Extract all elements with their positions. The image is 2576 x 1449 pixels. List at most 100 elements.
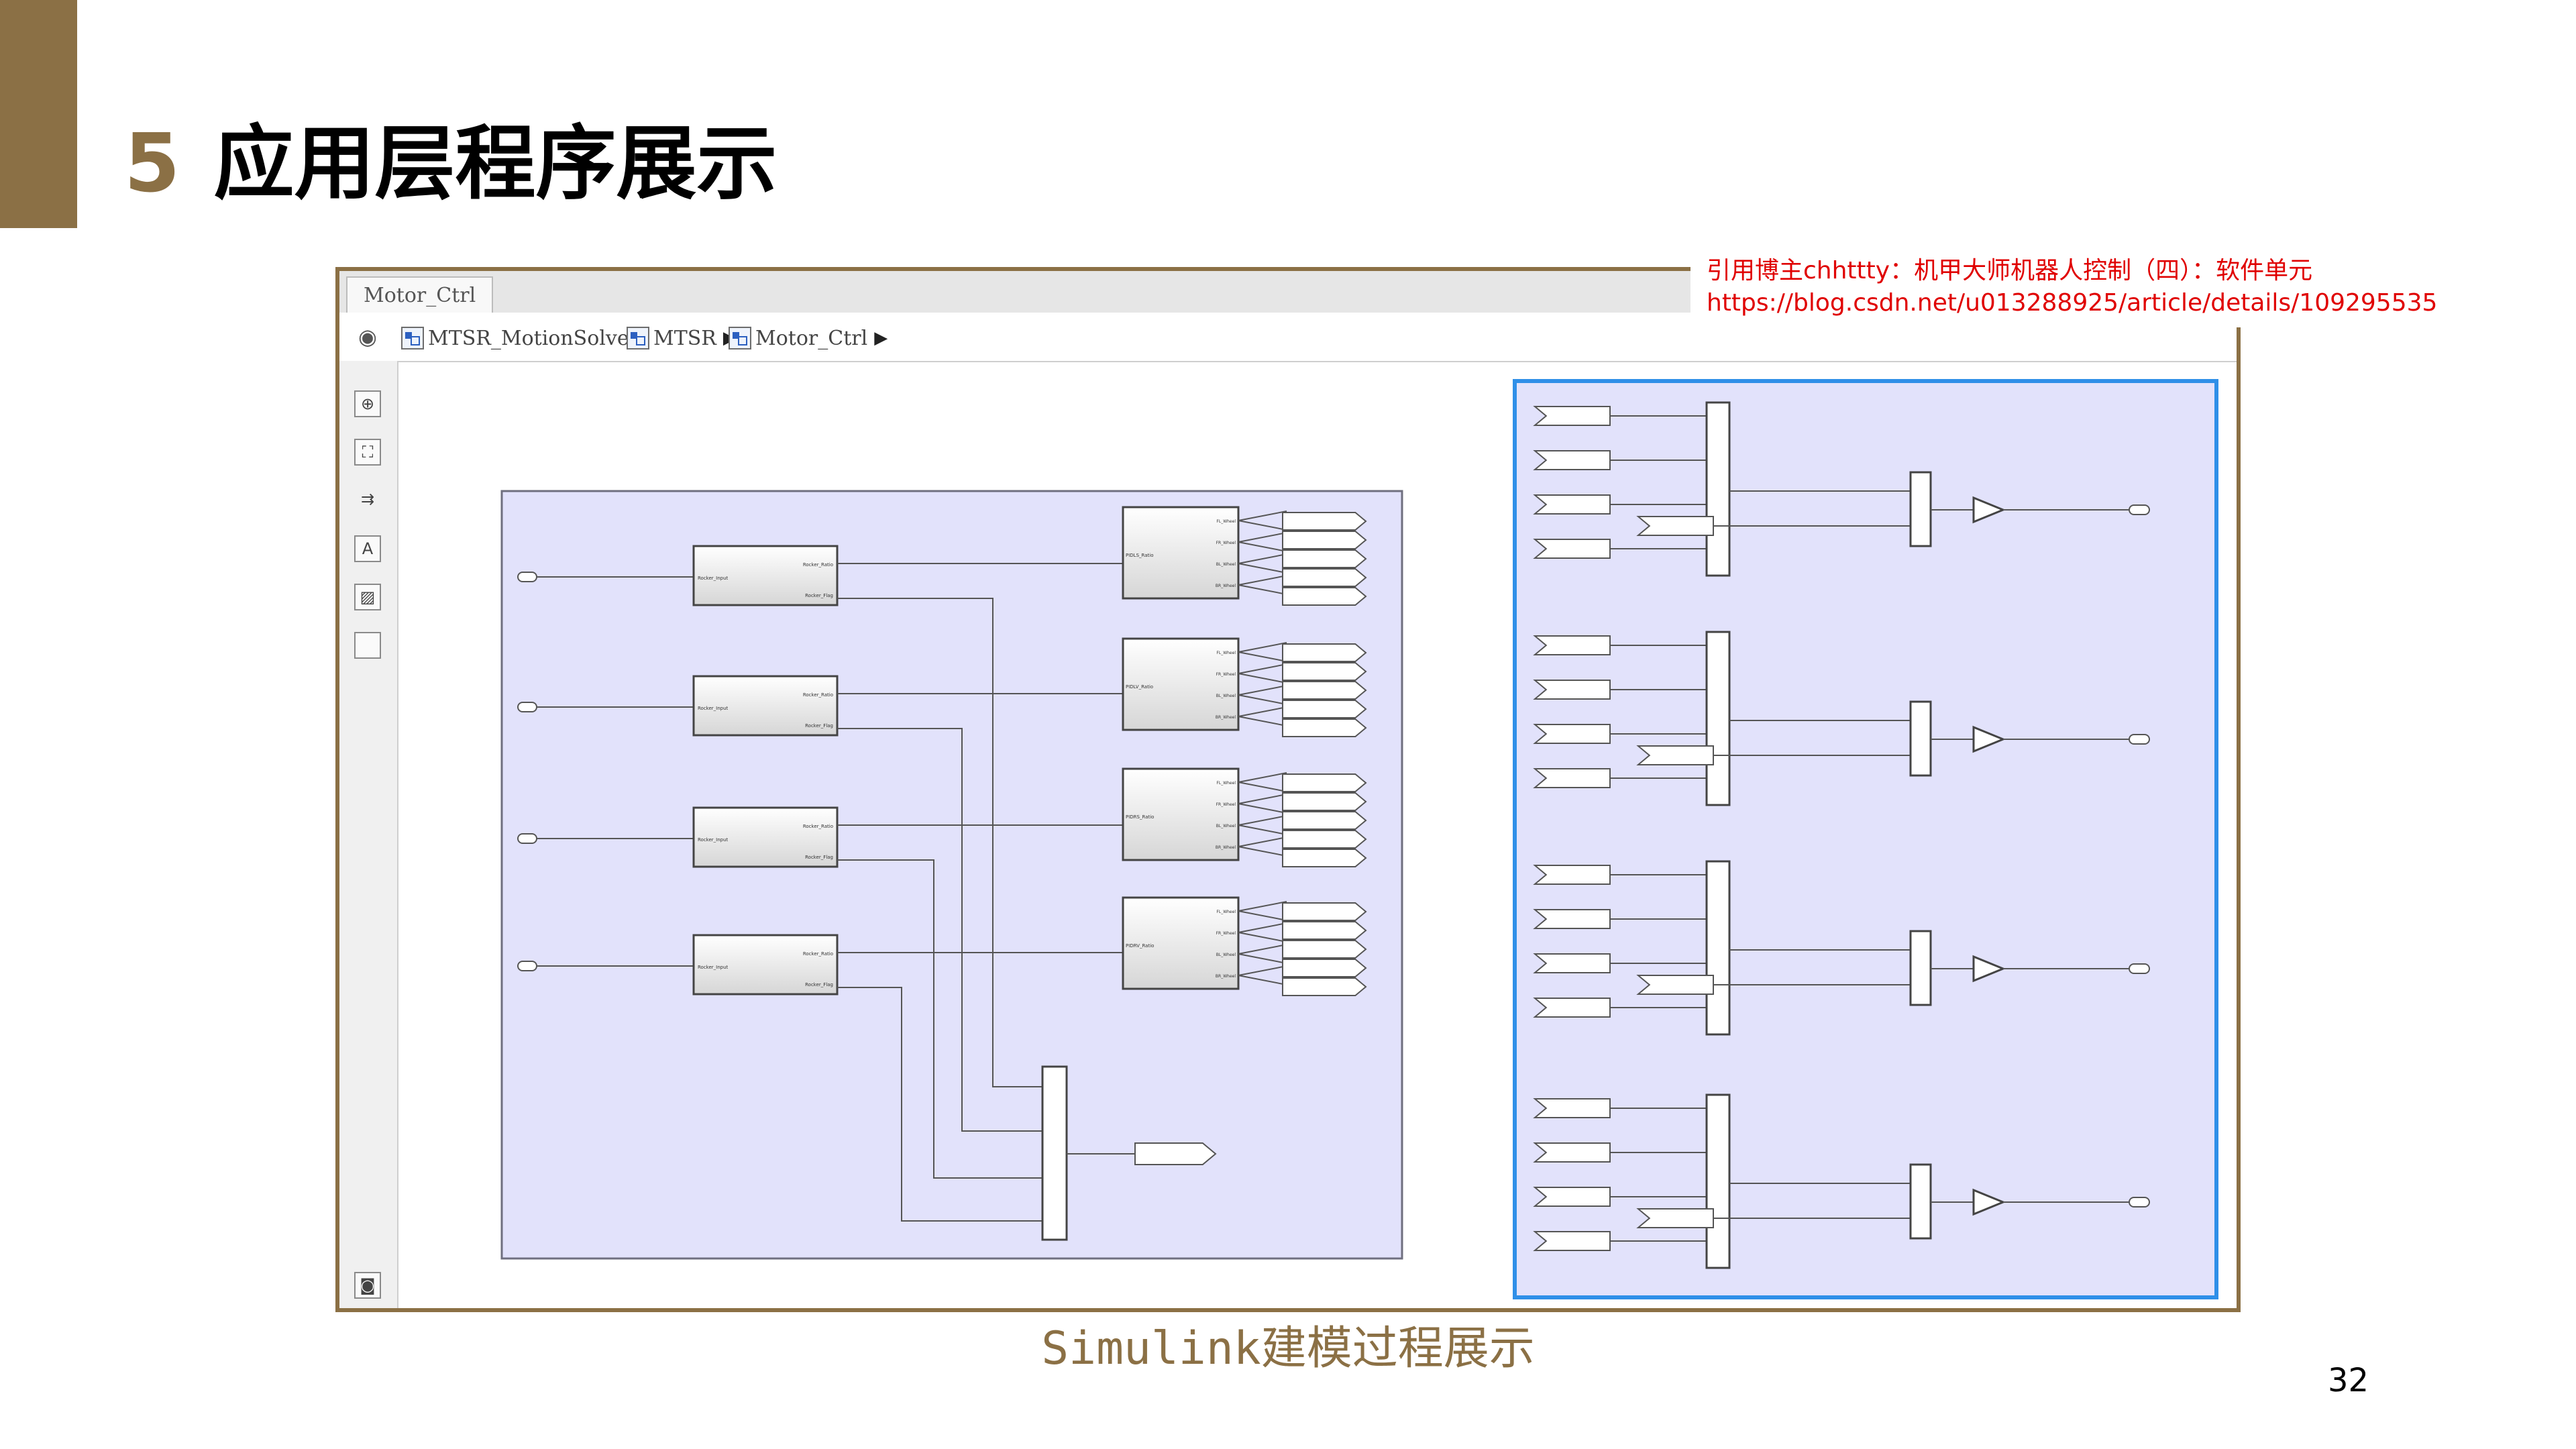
goto-tag-block <box>1282 902 1367 921</box>
right-subsystem-area <box>1513 379 2218 1299</box>
product-block <box>1909 471 1932 547</box>
breadcrumb-item-motor-ctrl[interactable]: Motor_Ctrl ▶ <box>729 325 888 352</box>
tab-motor-ctrl[interactable]: Motor_Ctrl <box>346 276 494 314</box>
palette-toolbar: ⊕ ⛶ ⇉ A ▨ ◙ <box>339 361 398 1308</box>
mux-block <box>1705 631 1731 806</box>
bus-creator-block <box>1041 1065 1068 1241</box>
port-label-in: Rocker_Input <box>698 576 729 581</box>
goto-tag-block <box>1282 662 1367 681</box>
port-label-flag: Rocker_Flag <box>805 982 833 987</box>
from-tag-block <box>1533 1231 1611 1251</box>
port-label-in: PIDRV_Ratio <box>1126 943 1154 949</box>
area-icon[interactable] <box>354 632 381 659</box>
from-tag-block <box>1636 975 1714 995</box>
screenshot-icon[interactable]: ◙ <box>354 1272 381 1299</box>
goto-tag-block <box>1282 700 1367 718</box>
from-tag-block <box>1533 953 1611 973</box>
from-tag-block <box>1533 494 1611 515</box>
goto-tag-block <box>1282 977 1367 996</box>
zoom-in-icon[interactable]: ⊕ <box>354 390 381 417</box>
slide-title: 5 应用层程序展示 <box>124 114 777 215</box>
mux-block <box>1705 860 1731 1036</box>
inport-block <box>517 572 537 582</box>
back-icon[interactable]: ◉ <box>354 323 381 350</box>
subsystem-icon <box>627 327 649 350</box>
goto-tag-block <box>1282 643 1367 662</box>
goto-tag-block <box>1282 568 1367 587</box>
from-tag-block <box>1533 1187 1611 1207</box>
fit-to-view-icon[interactable]: ⛶ <box>354 439 381 466</box>
port-label-in: PIDRS_Ratio <box>1126 814 1154 820</box>
port-label-flag: Rocker_Flag <box>805 593 833 598</box>
from-tag-block <box>1533 680 1611 700</box>
goto-tag-block <box>1282 940 1367 959</box>
port-label-out: BL_Wheel <box>1216 562 1236 567</box>
port-label-out: FL_Wheel <box>1216 910 1236 914</box>
goto-tag-block <box>1282 773 1367 792</box>
goto-tag-block <box>1282 959 1367 977</box>
simulink-window: Motor_Ctrl ◉ MTSR_MotionSolve▶ MTSR▶ Mot… <box>335 267 2241 1312</box>
outport-block <box>2129 504 2150 515</box>
page-number: 32 <box>2328 1362 2369 1399</box>
signal-routing-icon[interactable]: ⇉ <box>354 487 381 514</box>
title-accent-bar <box>0 0 77 228</box>
figure-caption: Simulink建模过程展示 <box>1041 1322 1535 1375</box>
outport-block <box>2129 1197 2150 1208</box>
goto-tag-block <box>1282 512 1367 531</box>
product-block <box>1909 700 1932 777</box>
inport-block <box>517 702 537 712</box>
port-label-out: FL_Wheel <box>1216 651 1236 655</box>
from-tag-block <box>1636 745 1714 765</box>
goto-tag-block <box>1282 830 1367 849</box>
port-label-out: BL_Wheel <box>1216 694 1236 698</box>
port-label-in: Rocker_Input <box>698 706 729 711</box>
from-tag-block <box>1533 1142 1611 1163</box>
citation-line-1: 引用博主chhttty：机甲大师机器人控制（四）：软件单元 <box>1707 257 2313 284</box>
port-label-ratio: Rocker_Ratio <box>803 824 833 829</box>
port-label-out: BR_Wheel <box>1216 584 1236 588</box>
mux-block <box>1705 401 1731 577</box>
subsystem-icon <box>729 327 751 350</box>
from-tag-block <box>1533 768 1611 788</box>
goto-tag-block <box>1282 811 1367 830</box>
section-number: 5 <box>124 117 180 211</box>
port-label-ratio: Rocker_Ratio <box>803 951 833 957</box>
port-label-out: FL_Wheel <box>1216 781 1236 786</box>
goto-tag-block <box>1282 849 1367 867</box>
inport-block <box>517 833 537 844</box>
port-label-out: BL_Wheel <box>1216 953 1236 957</box>
port-label-out: BR_Wheel <box>1216 974 1236 979</box>
model-icon <box>401 327 424 350</box>
port-label-out: FR_Wheel <box>1216 802 1236 807</box>
block-diagram: Rocker_Input Rocker_Ratio Rocker_Flag Rocke… <box>500 379 2218 1299</box>
breadcrumb-item-mtsr[interactable]: MTSR▶ <box>627 325 737 352</box>
port-label-out: FL_Wheel <box>1216 519 1236 524</box>
port-label-in: Rocker_Input <box>698 965 729 970</box>
from-tag-block <box>1533 1098 1611 1118</box>
from-tag-block <box>1533 635 1611 655</box>
breadcrumb-item-mtsr-motionsolve[interactable]: MTSR_MotionSolve▶ <box>401 325 649 352</box>
goto-tag-block <box>1282 531 1367 549</box>
from-tag-block <box>1533 539 1611 559</box>
port-label-out: BR_Wheel <box>1216 715 1236 720</box>
model-canvas[interactable]: Rocker_Input Rocker_Ratio Rocker_Flag Rocke… <box>398 362 2237 1308</box>
citation-note: 引用博主chhttty：机甲大师机器人控制（四）：软件单元 https://bl… <box>1690 246 2437 327</box>
port-label-flag: Rocker_Flag <box>805 723 833 729</box>
product-block <box>1909 1163 1932 1240</box>
from-tag-block <box>1533 865 1611 885</box>
port-label-in: PIDLV_Ratio <box>1126 684 1153 690</box>
citation-link[interactable]: https://blog.csdn.net/u013288925/article… <box>1707 287 2437 319</box>
port-label-out: FR_Wheel <box>1216 931 1236 936</box>
port-label-flag: Rocker_Flag <box>805 855 833 860</box>
port-label-out: FR_Wheel <box>1216 672 1236 677</box>
port-label-in: Rocker_Input <box>698 837 729 843</box>
outport-block <box>2129 734 2150 745</box>
from-tag-block <box>1533 406 1611 426</box>
goto-tag-block <box>1282 921 1367 940</box>
goto-tag-block <box>1282 549 1367 568</box>
from-tag-block <box>1636 1208 1714 1228</box>
from-tag-block <box>1533 450 1611 470</box>
image-icon[interactable]: ▨ <box>354 584 381 610</box>
port-label-ratio: Rocker_Ratio <box>803 562 833 568</box>
annotation-icon[interactable]: A <box>354 535 381 562</box>
